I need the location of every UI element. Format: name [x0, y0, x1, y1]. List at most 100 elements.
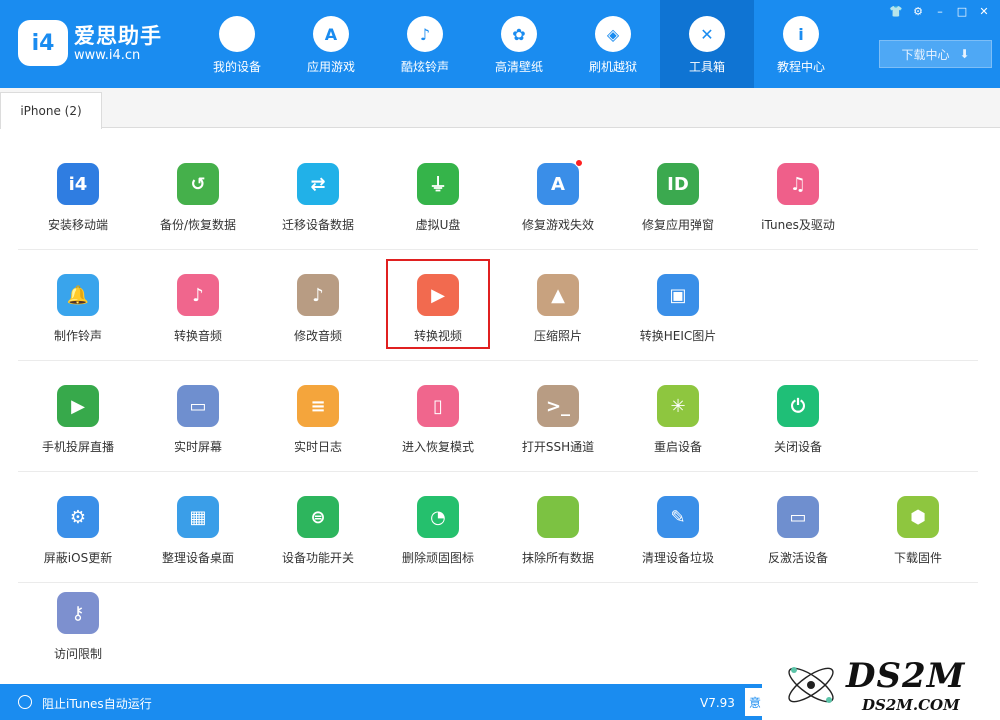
tool-item[interactable]: ⚷ 访问限制: [18, 583, 138, 693]
tab-iphone[interactable]: iPhone (2): [0, 92, 102, 129]
tool-item[interactable]: ↺ 备份/恢复数据: [138, 139, 258, 249]
selection-highlight-box: [386, 259, 490, 349]
download-icon: ⬇: [959, 47, 970, 61]
tool-item[interactable]: ⊜ 设备功能开关: [258, 472, 378, 582]
tool-item[interactable]: A 修复游戏失效: [498, 139, 618, 249]
tool-row: ⚙ 屏蔽iOS更新 ▦ 整理设备桌面 ⊜ 设备功能开关 ◔ 删除顽固图标 抹除所有数据 ✎ 清理设备…: [18, 472, 978, 583]
tool-label: 备份/恢复数据: [159, 218, 237, 232]
tool-glyph: ♪: [312, 284, 324, 306]
tool-label: 实时屏幕: [173, 440, 222, 454]
tool-item[interactable]: >_ 打开SSH通道: [498, 361, 618, 471]
tool-glyph: A: [551, 173, 565, 195]
tool-item[interactable]: ▲ 压缩照片: [498, 250, 618, 360]
log-document-icon: ≡: [297, 385, 339, 427]
broom-icon: ✎: [657, 496, 699, 538]
tool-label: 进入恢复模式: [401, 440, 474, 454]
tool-glyph: ⇄: [310, 173, 326, 195]
tool-label: 清理设备垃圾: [641, 551, 714, 565]
main-nav: 我的设备 A 应用游戏 ♪ 酷炫铃声 ✿ 高清壁纸 ◈ 刷机越狱 ✕ 工具箱 i 教程中心: [190, 0, 848, 88]
minimize-icon[interactable]: –: [930, 3, 950, 19]
tool-glyph: ⬢: [910, 506, 926, 528]
tool-item[interactable]: ⬢ 下载固件: [858, 472, 978, 582]
tool-item[interactable]: ♪ 修改音频: [258, 250, 378, 360]
tool-item[interactable]: ▣ 转换HEIC图片: [618, 250, 738, 360]
tool-item[interactable]: ⏚ 虚拟U盘: [378, 139, 498, 249]
close-icon[interactable]: ✕: [974, 3, 994, 19]
tool-glyph: ID: [667, 173, 689, 195]
nav-item-5[interactable]: ✕ 工具箱: [660, 0, 754, 88]
tool-glyph: ▶: [71, 395, 85, 417]
pie-delete-icon: ◔: [417, 496, 459, 538]
terminal-icon: >_: [537, 385, 579, 427]
nav-item-1[interactable]: A 应用游戏: [284, 0, 378, 88]
nav-item-2[interactable]: ♪ 酷炫铃声: [378, 0, 472, 88]
music-edit-icon: ♪: [297, 274, 339, 316]
tool-glyph: ✳: [670, 395, 686, 417]
box-icon: ◈: [595, 16, 631, 52]
download-center-label: 下载中心: [901, 47, 950, 62]
info-icon: i: [783, 16, 819, 52]
tool-item[interactable]: ✎ 清理设备垃圾: [618, 472, 738, 582]
tool-item[interactable]: ▯ 进入恢复模式: [378, 361, 498, 471]
tool-glyph: ▯: [433, 395, 443, 417]
skin-icon[interactable]: 👕: [886, 3, 906, 19]
tool-glyph: ↺: [190, 173, 206, 195]
itunes-block-toggle[interactable]: [18, 695, 32, 709]
tool-item[interactable]: ⏻ 关闭设备: [738, 361, 858, 471]
tool-item[interactable]: ⚙ 屏蔽iOS更新: [18, 472, 138, 582]
top-header: i4 爱思助手 www.i4.cn 我的设备 A 应用游戏 ♪ 酷炫铃声 ✿ 高清壁纸 ◈ 刷机…: [0, 0, 1000, 88]
tool-label: 屏蔽iOS更新: [43, 551, 113, 565]
tool-row: i4 安装移动端 ↺ 备份/恢复数据 ⇄ 迁移设备数据 ⏚ 虚拟U盘 A 修复游戏失效 ID 修复应用…: [18, 139, 978, 250]
tool-item[interactable]: ≡ 实时日志: [258, 361, 378, 471]
tool-item[interactable]: ♫ iTunes及驱动: [738, 139, 858, 249]
download-center-button[interactable]: 下载中心 ⬇: [879, 40, 992, 68]
tool-item[interactable]: 🔔 制作铃声: [18, 250, 138, 360]
nav-item-0[interactable]: 我的设备: [190, 0, 284, 88]
toggle-switch-icon: ⊜: [297, 496, 339, 538]
flower-icon: ✿: [501, 16, 537, 52]
tool-item[interactable]: ✳ 重启设备: [618, 361, 738, 471]
tool-label: 转换HEIC图片: [639, 329, 717, 343]
apple-erase-icon: [537, 496, 579, 538]
tool-label: 转换音频: [173, 329, 222, 343]
nav-item-3[interactable]: ✿ 高清壁纸: [472, 0, 566, 88]
itunes-icon: ♫: [777, 163, 819, 205]
i4-logo-icon: i4: [18, 20, 68, 66]
tool-row: 🔔 制作铃声 ♪ 转换音频 ♪ 修改音频 ▶ 转换视频 ▲ 压缩照片 ▣ 转换HEIC图片: [18, 250, 978, 361]
tools-icon: ✕: [689, 16, 725, 52]
nav-item-6[interactable]: i 教程中心: [754, 0, 848, 88]
tool-label: 整理设备桌面: [161, 551, 234, 565]
photo-icon: ▲: [537, 274, 579, 316]
tool-item[interactable]: ♪ 转换音频: [138, 250, 258, 360]
tool-item[interactable]: 抹除所有数据: [498, 472, 618, 582]
atom-logo-icon: [788, 667, 834, 703]
tool-item[interactable]: ◔ 删除顽固图标: [378, 472, 498, 582]
maximize-icon[interactable]: □: [952, 3, 972, 19]
itunes-block-label[interactable]: 阻止iTunes自动运行: [42, 695, 152, 712]
tool-label: 安装移动端: [47, 218, 108, 232]
tool-item[interactable]: ▶ 手机投屏直播: [18, 361, 138, 471]
tool-item[interactable]: ⇄ 迁移设备数据: [258, 139, 378, 249]
firmware-box-icon: ⬢: [897, 496, 939, 538]
tool-item[interactable]: ▦ 整理设备桌面: [138, 472, 258, 582]
tool-item[interactable]: i4 安装移动端: [18, 139, 138, 249]
tool-label: 制作铃声: [53, 329, 102, 343]
tool-glyph: ⊜: [310, 506, 326, 528]
tool-glyph: ♫: [789, 173, 807, 195]
nav-item-4[interactable]: ◈ 刷机越狱: [566, 0, 660, 88]
i4-icon: i4: [57, 163, 99, 205]
tool-label: 实时日志: [293, 440, 342, 454]
tool-glyph: ⏚: [429, 175, 447, 196]
watermark-sub: DS2M.COM: [862, 696, 960, 714]
tool-item[interactable]: ID 修复应用弹窗: [618, 139, 738, 249]
tool-label: 抹除所有数据: [521, 551, 594, 565]
tool-item[interactable]: ▭ 实时屏幕: [138, 361, 258, 471]
watermark-main: DS2M: [846, 656, 966, 696]
nav-label: 工具箱: [688, 60, 725, 74]
tool-label: 手机投屏直播: [41, 440, 114, 454]
tool-glyph: ▦: [189, 506, 207, 528]
tool-glyph: ▲: [551, 284, 565, 306]
settings-icon[interactable]: ⚙: [908, 3, 928, 19]
app-url: www.i4.cn: [74, 48, 141, 63]
tool-item[interactable]: ▭ 反激活设备: [738, 472, 858, 582]
